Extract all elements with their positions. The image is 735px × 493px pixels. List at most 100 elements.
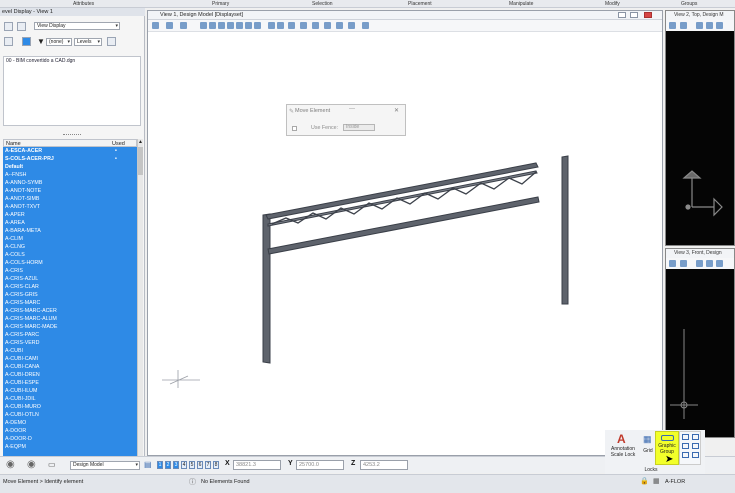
views-icon[interactable] xyxy=(4,22,13,31)
view-attributes-icon[interactable] xyxy=(152,22,159,29)
level-row[interactable]: A-CRIS-GRIS xyxy=(3,291,137,299)
axis-lock-icon[interactable] xyxy=(692,434,699,440)
file-tree-item[interactable]: 00 - BIM convertido a CAD.dgn xyxy=(6,58,75,64)
view-groups-icon[interactable]: ▤ xyxy=(144,460,152,469)
window-area-icon[interactable] xyxy=(716,260,723,267)
level-row[interactable]: A-ESCA-ACER • xyxy=(3,147,137,155)
view-toggle-2[interactable]: 2 xyxy=(165,461,171,469)
zoom-out-icon[interactable] xyxy=(209,22,216,29)
close-button[interactable] xyxy=(644,12,652,18)
level-row[interactable]: A-COLS xyxy=(3,251,137,259)
steel-frame-model[interactable] xyxy=(148,32,662,455)
maximize-button[interactable] xyxy=(630,12,638,18)
list-view-icon[interactable] xyxy=(22,37,31,46)
level-row[interactable]: A-CUBI-JDIL xyxy=(3,395,137,403)
level-row[interactable]: A-CLIM xyxy=(3,235,137,243)
rotate-view-icon[interactable] xyxy=(236,22,243,29)
level-row[interactable]: A-DOOR-D xyxy=(3,435,137,443)
level-row[interactable]: A-DEMO xyxy=(3,419,137,427)
view-toggle-6[interactable]: 6 xyxy=(197,461,203,469)
walk-icon[interactable] xyxy=(254,22,261,29)
clip-volume-icon[interactable] xyxy=(300,22,307,29)
view-toggle-8[interactable]: 8 xyxy=(213,461,219,469)
level-row[interactable]: A-CUBI-DREN xyxy=(3,371,137,379)
unit-lock-icon[interactable] xyxy=(692,443,699,449)
zoom-out-icon[interactable] xyxy=(706,260,713,267)
level-row[interactable]: A-CRIS-CLAR xyxy=(3,283,137,291)
level-row[interactable]: A-APER xyxy=(3,211,137,219)
level-row[interactable]: A-ANNO-SYMB xyxy=(3,179,137,187)
level-lock-icon[interactable] xyxy=(682,443,689,449)
zoom-in-icon[interactable] xyxy=(200,22,207,29)
navigate-icon[interactable]: ◉ xyxy=(27,459,36,470)
display-style-icon[interactable] xyxy=(680,260,687,267)
level-row[interactable]: A-DOOR xyxy=(3,427,137,435)
level-row[interactable]: A-BARA-META xyxy=(3,227,137,235)
model-select[interactable]: Design Model xyxy=(70,461,140,470)
level-row[interactable]: A-CRIS-MARC-MADE xyxy=(3,323,137,331)
zoom-out-icon[interactable] xyxy=(706,22,713,29)
level-row[interactable]: A-ANOT-TXVT xyxy=(3,203,137,211)
levels-icon[interactable] xyxy=(17,22,26,31)
view-next-icon[interactable] xyxy=(277,22,284,29)
level-row[interactable]: A-CRIS-PARC xyxy=(3,331,137,339)
level-row[interactable]: A-ANOT-NOTE xyxy=(3,187,137,195)
snap-lock-icon[interactable] xyxy=(682,434,689,440)
level-row[interactable]: A-CRIS-VERD xyxy=(3,339,137,347)
level-row[interactable]: A-CUBI-OTLN xyxy=(3,411,137,419)
view-1-window[interactable]: View 1, Design Model [Displayset] xyxy=(147,10,663,456)
level-row[interactable]: A-ANOT-SIMB xyxy=(3,195,137,203)
level-row[interactable]: A-CRIS-MARC-ACER xyxy=(3,307,137,315)
display-style-icon[interactable] xyxy=(680,22,687,29)
folder-icon[interactable]: ▭ xyxy=(48,460,56,469)
more-tools-icon[interactable] xyxy=(362,22,369,29)
ribbon-group-selection[interactable]: Selection xyxy=(312,1,333,7)
level-row[interactable]: A-CLNG xyxy=(3,243,137,251)
view-toggle-3[interactable]: 3 xyxy=(173,461,179,469)
level-row[interactable]: Default xyxy=(3,163,137,171)
zoom-in-icon[interactable] xyxy=(696,22,703,29)
view-tools-icon[interactable] xyxy=(348,22,355,29)
level-row[interactable]: A-CRIS-MARC-ALUM xyxy=(3,315,137,323)
zoom-in-icon[interactable] xyxy=(696,260,703,267)
view-attributes-icon[interactable] xyxy=(669,260,676,267)
dialog-minimize-button[interactable]: — xyxy=(349,106,355,112)
level-row[interactable]: S-COLS-ACER-PRJ • xyxy=(3,155,137,163)
ribbon-group-manipulate[interactable]: Manipulate xyxy=(509,1,533,7)
level-row[interactable]: A-COLS-HORM xyxy=(3,259,137,267)
view-toggle-1[interactable]: 1 xyxy=(157,461,163,469)
window-area-icon[interactable] xyxy=(218,22,225,29)
grid-lock-button[interactable]: Grid xyxy=(641,448,655,455)
lock-icon[interactable]: 🔒 xyxy=(640,477,649,485)
level-row[interactable]: A-CUBI-ILUM xyxy=(3,387,137,395)
isometric-lock-icon[interactable] xyxy=(692,452,699,458)
display-style-icon[interactable] xyxy=(166,22,173,29)
level-row[interactable]: A-CUBI-CANA xyxy=(3,363,137,371)
level-list-scrollbar[interactable]: ▲ xyxy=(137,139,143,456)
ribbon-group-attributes[interactable]: Attributes xyxy=(73,1,94,7)
level-row[interactable]: A-CRIS-AZUL xyxy=(3,275,137,283)
active-level[interactable]: A-FLOR xyxy=(665,479,685,485)
level-row[interactable]: A-EQPM xyxy=(3,443,137,451)
ribbon-group-placement[interactable]: Placement xyxy=(408,1,432,7)
x-coordinate-input[interactable]: 38821.3 xyxy=(233,460,281,470)
window-area-icon[interactable] xyxy=(716,22,723,29)
view-toggle-7[interactable]: 7 xyxy=(205,461,211,469)
level-row[interactable]: A-CUBI-MURO xyxy=(3,403,137,411)
level-row[interactable]: A--FNSH xyxy=(3,171,137,179)
level-row[interactable]: A-CRIS xyxy=(3,267,137,275)
level-row[interactable]: A-AREA xyxy=(3,219,137,227)
splitter-handle[interactable] xyxy=(63,134,81,136)
filter-select[interactable]: (none) xyxy=(46,38,72,46)
view-attributes-icon[interactable] xyxy=(669,22,676,29)
level-manager-icon[interactable] xyxy=(107,37,116,46)
level-row[interactable]: A-CRIS-MARC xyxy=(3,299,137,307)
view-toggle-5[interactable]: 5 xyxy=(189,461,195,469)
graphic-group-lock-button[interactable]: Graphic Group ➤ xyxy=(655,431,679,465)
fence-mode-select[interactable]: Inside xyxy=(343,124,375,131)
fit-view-icon[interactable] xyxy=(227,22,234,29)
dialog-close-button[interactable]: ✕ xyxy=(394,107,399,114)
level-row[interactable]: A-CUBI-ESPE xyxy=(3,379,137,387)
ribbon-group-modify[interactable]: Modify xyxy=(605,1,620,7)
view-3-window[interactable]: View 3, Front, Design xyxy=(665,248,735,438)
